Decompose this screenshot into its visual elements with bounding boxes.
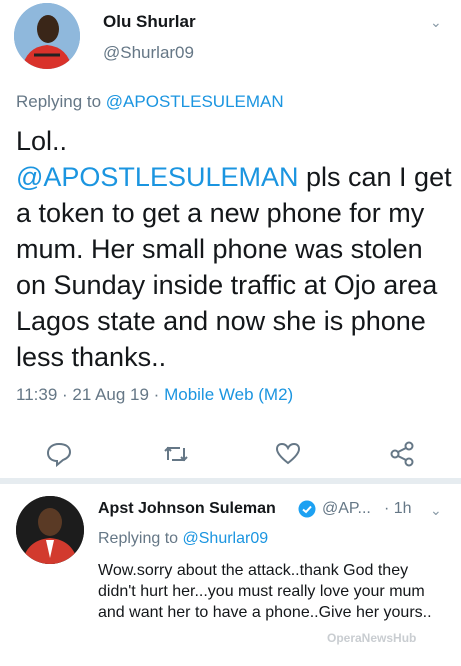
verified-badge-icon — [298, 500, 316, 523]
reply-icon[interactable] — [45, 440, 73, 468]
chevron-down-icon[interactable]: ⌄ — [430, 502, 442, 519]
watermark: OperaNewsHub — [327, 631, 417, 645]
tweet-timestamp[interactable]: · 1h — [384, 500, 412, 518]
replying-prefix: Replying to — [16, 92, 106, 111]
action-bar — [0, 440, 461, 472]
replying-to: Replying to @APOSTLESULEMAN — [16, 92, 284, 112]
like-icon[interactable] — [274, 440, 302, 468]
user-avatar[interactable] — [16, 496, 84, 564]
tweet-body: Wow.sorry about the attack..thank God th… — [98, 562, 432, 621]
replying-to: Replying to @Shurlar09 — [98, 530, 268, 548]
share-icon[interactable] — [388, 440, 416, 468]
tweet-body-line1: Lol.. — [16, 126, 68, 156]
chevron-down-icon[interactable]: ⌄ — [430, 14, 442, 31]
tweet-meta: 11:39 · 21 Aug 19 · Mobile Web (M2) — [16, 385, 293, 405]
retweet-icon[interactable] — [162, 440, 190, 468]
tweet-timestamp[interactable]: 11:39 · 21 Aug 19 · — [16, 385, 164, 404]
mention-link[interactable]: @APOSTLESULEMAN — [16, 162, 299, 192]
user-name[interactable]: Olu Shurlar — [103, 12, 196, 32]
tweet-body: Lol.. @APOSTLESULEMAN pls can I get a to… — [16, 123, 456, 375]
user-handle[interactable]: @Shurlar09 — [103, 43, 194, 63]
user-handle[interactable]: @AP... — [322, 500, 371, 518]
user-name[interactable]: Apst Johnson Suleman — [98, 500, 276, 518]
replying-prefix: Replying to — [98, 530, 183, 547]
tweet-body-text: pls can I get a token to get a new phone… — [16, 162, 452, 372]
tweet-source-link[interactable]: Mobile Web (M2) — [164, 385, 293, 404]
reply-tweet: Olu Shurlar @Shurlar09 ⌄ Replying to @AP… — [0, 0, 461, 478]
user-avatar[interactable] — [14, 3, 80, 69]
replying-handle-link[interactable]: @Shurlar09 — [183, 530, 269, 547]
replying-handle-link[interactable]: @APOSTLESULEMAN — [106, 92, 284, 111]
